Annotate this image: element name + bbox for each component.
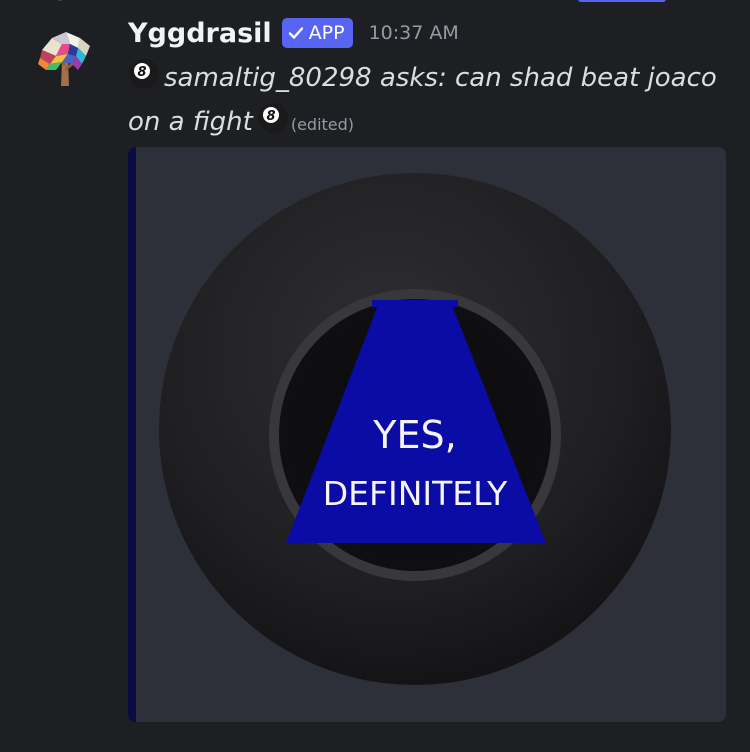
edited-label[interactable]: (edited): [291, 115, 354, 134]
tree-avatar-icon: [32, 26, 98, 92]
timestamp[interactable]: 10:37 AM: [369, 22, 459, 44]
message-content: 8 samaltig_80298 asks: can shad beat joa…: [128, 56, 728, 147]
app-badge: APP: [281, 18, 353, 48]
embed-image[interactable]: YES, DEFINITELY: [136, 147, 726, 722]
message-embed: YES, DEFINITELY: [128, 147, 726, 722]
magic-8ball-image: YES, DEFINITELY: [136, 147, 726, 722]
avatar[interactable]: [32, 26, 98, 92]
message-text: samaltig_80298 asks: can shad beat joaco…: [128, 63, 717, 137]
answer-line-1: YES,: [372, 413, 456, 457]
unread-indicator: [578, 0, 666, 2]
8ball-icon: 8: [129, 59, 159, 89]
embed-accent-bar: [128, 147, 136, 722]
author-name[interactable]: Yggdrasil: [128, 18, 272, 49]
check-icon: [288, 27, 303, 39]
divider-dot: [58, 0, 62, 1]
answer-line-2: DEFINITELY: [323, 474, 508, 513]
chat-message: Yggdrasil APP 10:37 AM 8 samaltig_80298 …: [0, 0, 750, 752]
svg-text:8: 8: [266, 109, 275, 124]
8ball-icon: 8: [257, 103, 288, 133]
svg-text:8: 8: [137, 65, 146, 80]
message-header: Yggdrasil APP 10:37 AM: [128, 14, 459, 52]
app-badge-label: APP: [308, 22, 345, 44]
